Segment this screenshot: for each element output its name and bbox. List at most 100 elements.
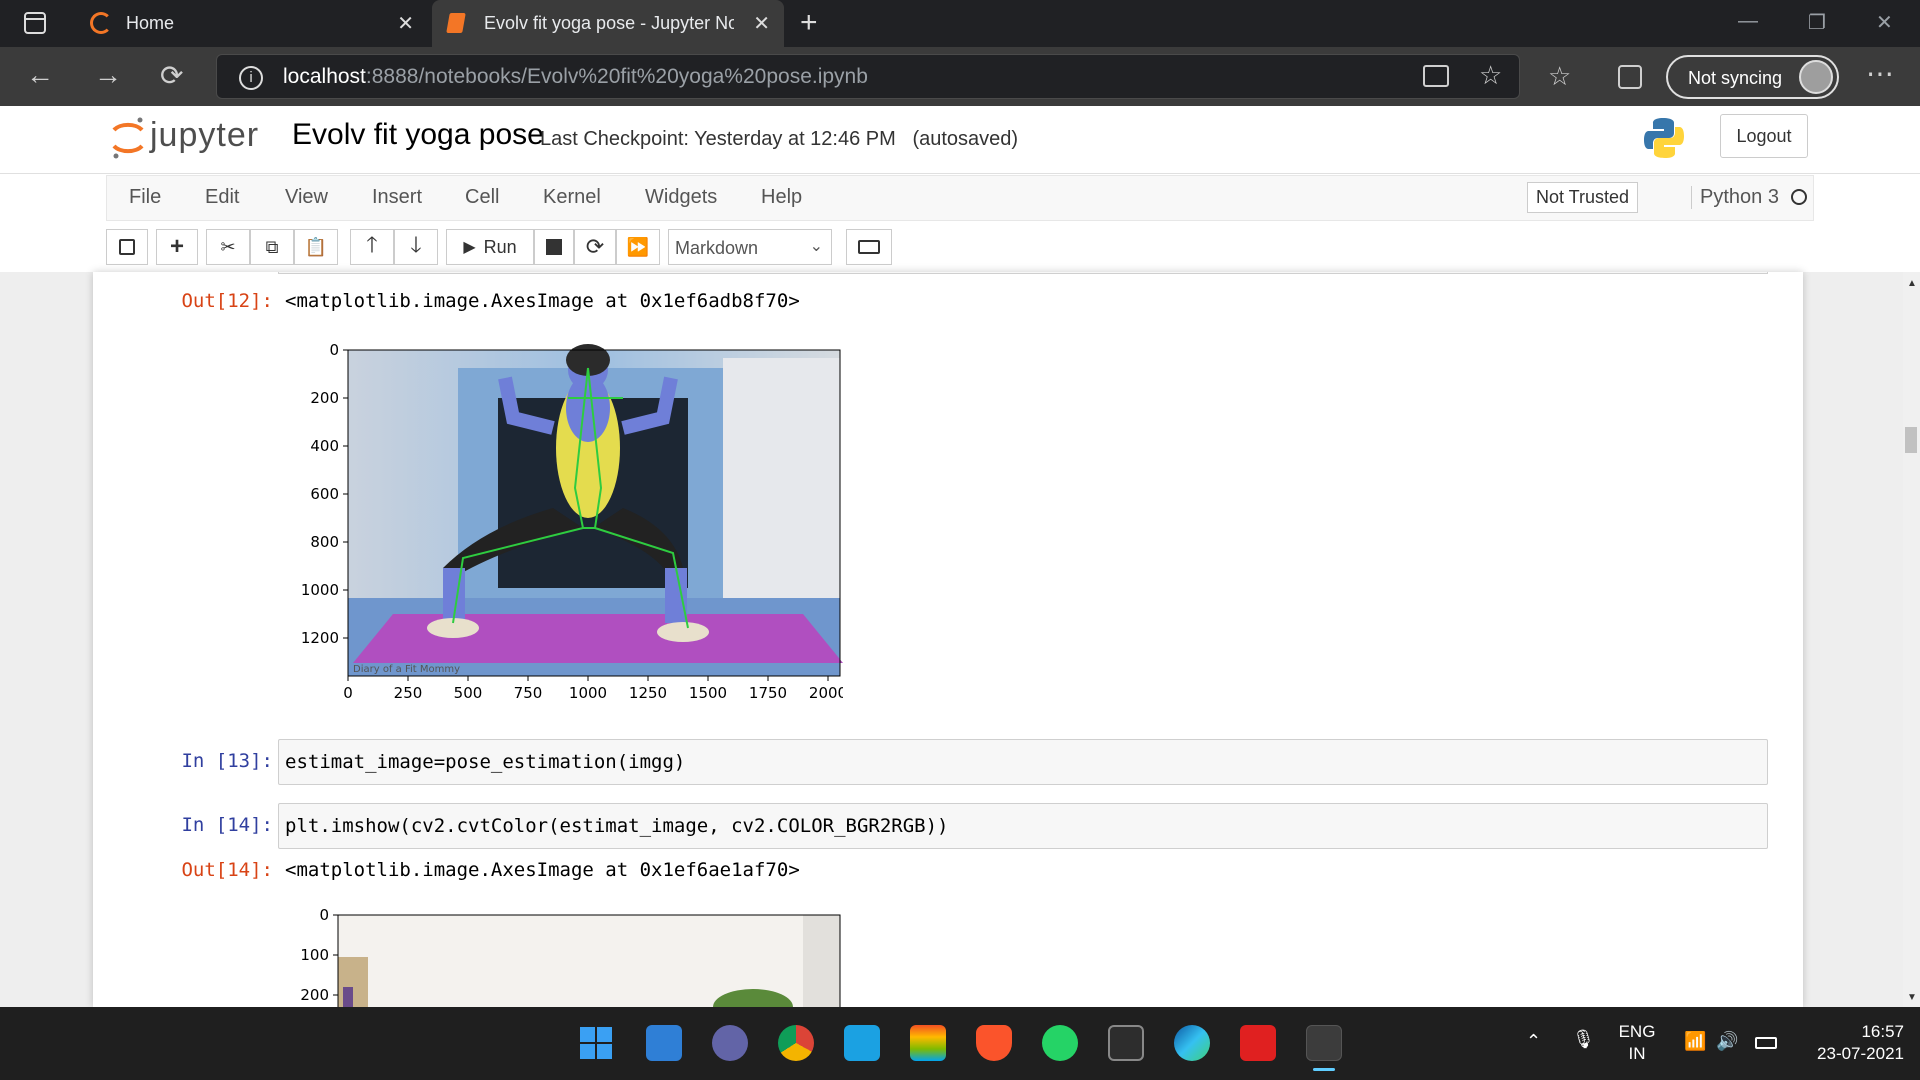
add-favorite-icon[interactable]: ☆: [1479, 60, 1502, 91]
notebook-container[interactable]: Out[12]: <matplotlib.image.AxesImage at …: [93, 272, 1803, 1007]
run-button[interactable]: ▶ Run: [446, 229, 534, 265]
code-cell-13[interactable]: estimat_image=pose_estimation(imgg): [278, 739, 1768, 785]
clock[interactable]: 16:57 23-07-2021: [1790, 1021, 1904, 1065]
insert-cell-icon[interactable]: +: [156, 229, 198, 265]
minimize-icon[interactable]: —: [1738, 10, 1758, 33]
read-aloud-icon[interactable]: [1423, 65, 1449, 87]
new-tab-button[interactable]: +: [800, 6, 818, 40]
wifi-icon[interactable]: 📶: [1684, 1031, 1706, 1052]
browser-navbar: ← → ⟳ i localhost:8888/notebooks/Evolv%2…: [0, 47, 1920, 106]
y-tick-label: 0: [319, 906, 329, 924]
menu-kernel[interactable]: Kernel: [543, 186, 601, 209]
interrupt-icon[interactable]: [534, 229, 574, 265]
y-tick-label: 200: [300, 986, 329, 1004]
y-axis-ticks: 0 200 400 600 800 1000 1200: [301, 341, 348, 647]
input-prompt: In [14]:: [181, 814, 273, 836]
jupyter-logo-text[interactable]: jupyter: [150, 116, 259, 155]
chevron-down-icon: ⌄: [809, 238, 823, 255]
menu-widgets[interactable]: Widgets: [645, 186, 717, 209]
move-up-icon[interactable]: 🡑: [350, 229, 394, 265]
menu-edit[interactable]: Edit: [205, 186, 239, 209]
restart-icon[interactable]: ⟳: [574, 229, 616, 265]
notebook-menubar: File Edit View Insert Cell Kernel Widget…: [106, 175, 1814, 221]
bluestacks-icon[interactable]: [910, 1025, 946, 1061]
output-text: <matplotlib.image.AxesImage at 0x1ef6adb…: [285, 290, 800, 312]
jupyter-logo-icon[interactable]: [110, 114, 146, 162]
remote-desktop-icon[interactable]: [844, 1025, 880, 1061]
site-info-icon[interactable]: i: [239, 66, 263, 90]
output-text: <matplotlib.image.AxesImage at 0x1ef6ae1…: [285, 859, 800, 881]
tab-notebook[interactable]: Evolv fit yoga pose - Jupyter Not ✕: [432, 0, 784, 47]
paste-icon[interactable]: 📋: [294, 229, 338, 265]
tray-overflow-icon[interactable]: ⌃: [1526, 1031, 1541, 1052]
logout-button[interactable]: Logout: [1720, 114, 1808, 158]
sync-button[interactable]: Not syncing: [1666, 55, 1839, 99]
code-cell-14[interactable]: plt.imshow(cv2.cvtColor(estimat_image, c…: [278, 803, 1768, 849]
output-prompt: Out[14]:: [181, 859, 273, 881]
y-tick-label: 0: [329, 341, 339, 359]
menu-view[interactable]: View: [285, 186, 328, 209]
forward-icon[interactable]: →: [94, 59, 122, 91]
scroll-down-icon[interactable]: ▼: [1907, 992, 1917, 1003]
checkpoint-text: Last Checkpoint: Yesterday at 12:46 PM: [540, 128, 896, 150]
battery-icon[interactable]: [1755, 1037, 1777, 1049]
close-window-icon[interactable]: ✕: [1876, 10, 1893, 35]
edge-icon[interactable]: [1174, 1025, 1210, 1061]
url-host: localhost: [283, 65, 366, 88]
restore-icon[interactable]: ❐: [1808, 10, 1826, 35]
widgets-icon[interactable]: [646, 1025, 682, 1061]
tab-actions-icon[interactable]: [24, 12, 46, 34]
brave-icon[interactable]: [976, 1025, 1012, 1061]
menu-help[interactable]: Help: [761, 186, 802, 209]
x-tick-label: 250: [394, 684, 423, 702]
move-down-icon[interactable]: 🡓: [394, 229, 438, 265]
whatsapp-icon[interactable]: [1042, 1025, 1078, 1061]
volume-icon[interactable]: 🔊: [1716, 1031, 1738, 1052]
notebook-favicon-icon: [446, 13, 466, 33]
tab-title: Home: [126, 13, 175, 33]
jupyter-header: jupyter Evolv fit yoga pose Last Checkpo…: [0, 106, 1920, 174]
restart-run-all-icon[interactable]: ⏩: [616, 229, 660, 265]
close-tab-icon[interactable]: ✕: [753, 11, 770, 36]
terminal-icon[interactable]: [1108, 1025, 1144, 1061]
more-icon[interactable]: ⋯: [1866, 57, 1894, 90]
copy-icon[interactable]: ⧉: [250, 229, 294, 265]
notebook-scrollbar[interactable]: ▲ ▼: [1903, 272, 1920, 1007]
teams-chat-icon[interactable]: [712, 1025, 748, 1061]
refresh-icon[interactable]: ⟳: [160, 59, 183, 92]
menu-file[interactable]: File: [129, 186, 161, 209]
cell-type-select[interactable]: Markdown ⌄: [668, 229, 832, 265]
tab-home[interactable]: Home ✕: [78, 0, 428, 47]
menu-insert[interactable]: Insert: [372, 186, 422, 209]
y-tick-label: 200: [310, 389, 339, 407]
notebook-name[interactable]: Evolv fit yoga pose: [292, 118, 544, 152]
snipping-tool-icon[interactable]: [1306, 1025, 1342, 1061]
code-text: plt.imshow(cv2.cvtColor(estimat_image, c…: [285, 815, 949, 837]
favorites-icon[interactable]: ☆: [1548, 61, 1571, 92]
x-tick-label: 2000: [809, 684, 843, 702]
language-indicator[interactable]: ENG IN: [1614, 1021, 1660, 1065]
acrobat-icon[interactable]: [1240, 1025, 1276, 1061]
kernel-name[interactable]: Python 3: [1691, 186, 1779, 209]
microphone-icon[interactable]: 🎙: [1572, 1029, 1595, 1050]
scrollbar-thumb[interactable]: [1905, 427, 1917, 453]
trust-status-button[interactable]: Not Trusted: [1527, 182, 1639, 213]
scroll-up-icon[interactable]: ▲: [1907, 278, 1917, 289]
close-tab-icon[interactable]: ✕: [397, 11, 414, 36]
tab-title: Evolv fit yoga pose - Jupyter Not: [484, 13, 734, 33]
back-icon[interactable]: ←: [26, 59, 54, 91]
menu-cell[interactable]: Cell: [465, 186, 499, 209]
cut-icon[interactable]: ✂: [206, 229, 250, 265]
collections-icon[interactable]: [1618, 65, 1642, 89]
chrome-icon[interactable]: [778, 1025, 814, 1061]
start-icon[interactable]: [578, 1025, 614, 1061]
y-tick-label: 1200: [301, 629, 339, 647]
save-icon[interactable]: [106, 229, 148, 265]
x-tick-label: 1250: [629, 684, 667, 702]
x-tick-label: 0: [343, 684, 353, 702]
address-bar[interactable]: i localhost:8888/notebooks/Evolv%20fit%2…: [216, 54, 1520, 99]
code-text: estimat_image=pose_estimation(imgg): [285, 751, 686, 773]
keyboard-shortcuts-icon[interactable]: [846, 229, 892, 265]
x-tick-label: 1000: [569, 684, 607, 702]
url-text: localhost:8888/notebooks/Evolv%20fit%20y…: [283, 65, 868, 89]
